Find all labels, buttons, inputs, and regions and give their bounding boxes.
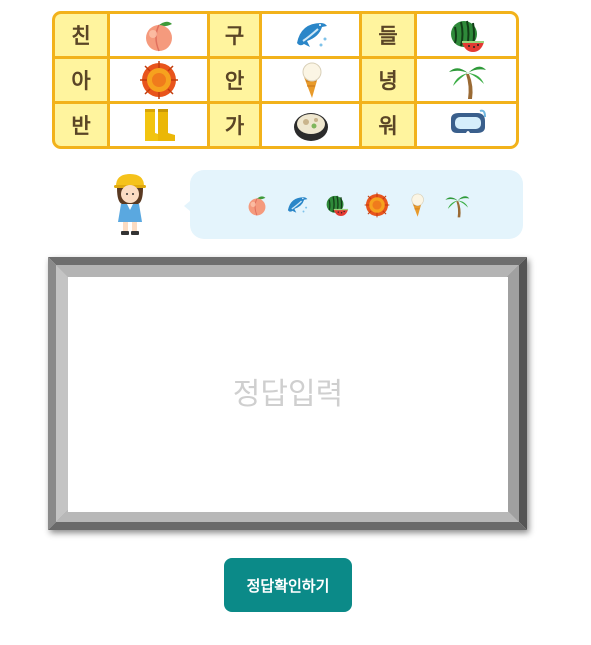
cipher-char: 안	[210, 59, 259, 101]
answer-input[interactable]	[68, 277, 508, 512]
hint-speech-bubble	[184, 170, 523, 239]
cipher-picture	[262, 14, 359, 56]
cipher-picture	[110, 14, 207, 56]
peach-icon	[244, 192, 270, 218]
cipher-picture	[110, 59, 207, 101]
cipher-char: 가	[210, 104, 259, 146]
sea-urchin-icon	[364, 192, 390, 218]
cipher-picture	[262, 59, 359, 101]
sea-urchin-icon	[139, 60, 179, 100]
cipher-char: 아	[55, 59, 107, 101]
hardhat-girl-icon	[108, 170, 152, 238]
palm-tree-icon	[444, 192, 470, 218]
cipher-table: 친 구 들 아 안 녕 반 가 워	[52, 11, 519, 149]
cipher-char: 녕	[362, 59, 414, 101]
rain-boots-icon	[139, 105, 179, 145]
cipher-char: 들	[362, 14, 414, 56]
watermelon-icon	[447, 15, 487, 55]
soup-bowl-icon	[291, 105, 331, 145]
cipher-picture	[262, 104, 359, 146]
palm-tree-icon	[447, 60, 487, 100]
ice-cream-icon	[404, 192, 430, 218]
cipher-picture	[110, 104, 207, 146]
diving-mask-icon	[447, 105, 487, 145]
check-answer-button[interactable]: 정답확인하기	[224, 558, 352, 612]
cipher-char: 워	[362, 104, 414, 146]
watermelon-icon	[324, 192, 350, 218]
cipher-char: 친	[55, 14, 107, 56]
dolphin-icon	[284, 192, 310, 218]
cipher-picture	[417, 104, 516, 146]
cipher-picture	[417, 14, 516, 56]
peach-icon	[139, 15, 179, 55]
ice-cream-icon	[291, 60, 331, 100]
cipher-char: 구	[210, 14, 259, 56]
dolphin-icon	[291, 15, 331, 55]
cipher-char: 반	[55, 104, 107, 146]
cipher-picture	[417, 59, 516, 101]
